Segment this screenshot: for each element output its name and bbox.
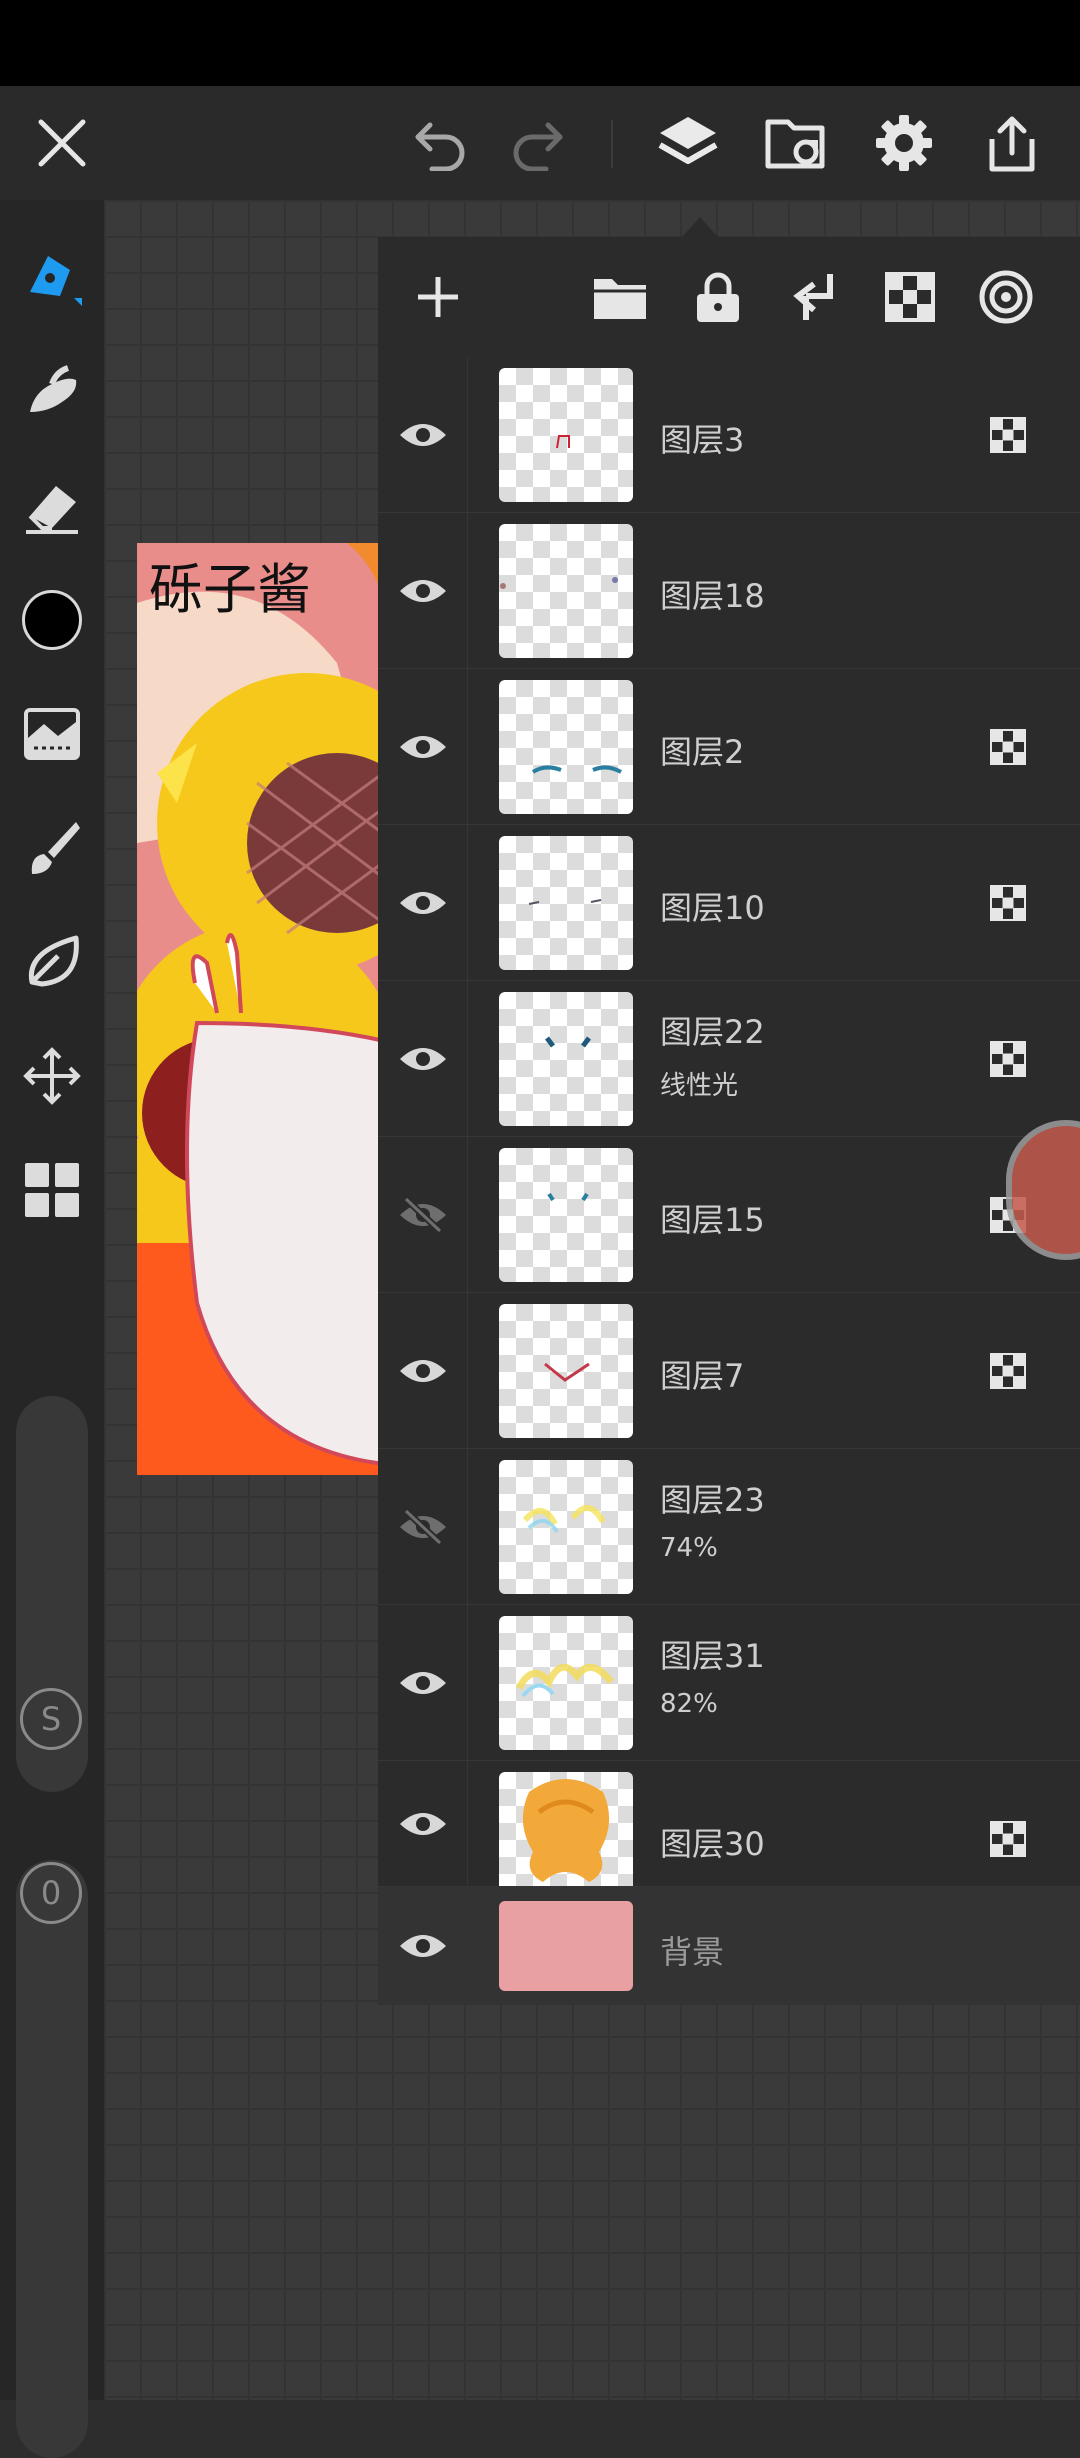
- eye-icon[interactable]: [378, 1293, 468, 1448]
- eye-icon[interactable]: [378, 357, 468, 512]
- layer-name: 图层18: [660, 577, 765, 615]
- layer-name: 图层15: [660, 1201, 765, 1239]
- size-badge: S: [20, 1688, 82, 1750]
- merge-down-icon[interactable]: [784, 237, 844, 357]
- blend-icon[interactable]: [976, 237, 1036, 357]
- eye-icon[interactable]: [378, 669, 468, 824]
- artwork-signature: 砾子酱: [149, 558, 311, 621]
- eye-icon[interactable]: [378, 981, 468, 1136]
- add-layer-icon[interactable]: [408, 237, 468, 357]
- layer-row[interactable]: 图层10: [378, 825, 1080, 981]
- move-icon[interactable]: [0, 1026, 104, 1126]
- eye-hidden-icon[interactable]: [378, 1449, 468, 1604]
- opacity-badge: 0: [20, 1862, 82, 1924]
- export-icon[interactable]: [974, 86, 1050, 200]
- layer-opacity: 74%: [660, 1533, 718, 1563]
- layer-opacity: 82%: [660, 1689, 718, 1719]
- image-adjust-icon[interactable]: [0, 684, 104, 784]
- top-toolbar: [0, 86, 1080, 200]
- layer-thumbnail: [499, 1772, 633, 1886]
- redo-icon[interactable]: [502, 86, 574, 200]
- leaf-icon[interactable]: [0, 912, 104, 1012]
- layer-thumbnail: [499, 368, 633, 502]
- brush-icon[interactable]: [0, 798, 104, 898]
- alpha-lock-icon[interactable]: [990, 1821, 1026, 1857]
- lock-icon[interactable]: [688, 237, 748, 357]
- layer-row[interactable]: 图层31 82%: [378, 1605, 1080, 1761]
- layer-thumbnail: [499, 1460, 633, 1594]
- layer-row[interactable]: 图层23 74%: [378, 1449, 1080, 1605]
- left-toolbar: S 0: [0, 200, 104, 2458]
- alpha-lock-icon[interactable]: [990, 729, 1026, 765]
- grid-icon[interactable]: [0, 1140, 104, 1240]
- layers-toolbar: [378, 237, 1080, 357]
- pen-icon[interactable]: [0, 228, 104, 328]
- undo-icon[interactable]: [404, 86, 476, 200]
- layer-row[interactable]: 图层15: [378, 1137, 1080, 1293]
- layer-name: 图层22: [660, 1013, 765, 1051]
- opacity-slider[interactable]: [16, 1860, 88, 2458]
- smudge-icon[interactable]: [0, 342, 104, 442]
- eraser-icon[interactable]: [0, 456, 104, 556]
- layers-icon[interactable]: [650, 86, 726, 200]
- layer-name: 图层2: [660, 733, 745, 771]
- layer-row[interactable]: 图层3: [378, 357, 1080, 513]
- layer-name: 图层3: [660, 421, 745, 459]
- panel-pointer: [680, 217, 720, 239]
- alpha-lock-icon[interactable]: [990, 417, 1026, 453]
- layer-thumbnail: [499, 1304, 633, 1438]
- background-color-thumbnail: [499, 1901, 633, 1991]
- layer-name: 图层7: [660, 1357, 745, 1395]
- close-icon[interactable]: [26, 86, 98, 200]
- layer-thumbnail: [499, 1616, 633, 1750]
- layer-thumbnail: [499, 992, 633, 1126]
- eye-icon[interactable]: [378, 1605, 468, 1760]
- status-bar: [0, 0, 1080, 86]
- layers-panel: 图层3 图层18 图层2 图层10 图层22 线性光 图层15 图层7 图层23…: [378, 217, 1080, 2005]
- layer-name: 图层10: [660, 889, 765, 927]
- layer-blend-mode: 线性光: [660, 1071, 739, 1101]
- layer-row[interactable]: 图层2: [378, 669, 1080, 825]
- layer-row[interactable]: 图层30: [378, 1761, 1080, 1887]
- layer-name: 图层31: [660, 1637, 765, 1675]
- layer-thumbnail: [499, 524, 633, 658]
- eye-icon[interactable]: [378, 1761, 468, 1886]
- color-swatch[interactable]: [0, 570, 104, 670]
- background-layer-row[interactable]: 背景: [378, 1887, 1080, 2005]
- alpha-lock-icon[interactable]: [880, 237, 940, 357]
- layer-thumbnail: [499, 680, 633, 814]
- layer-row[interactable]: 图层7: [378, 1293, 1080, 1449]
- folder-icon[interactable]: [590, 237, 650, 357]
- alpha-lock-icon[interactable]: [990, 885, 1026, 921]
- layer-row[interactable]: 图层22 线性光: [378, 981, 1080, 1137]
- layer-thumbnail: [499, 1148, 633, 1282]
- alpha-lock-icon[interactable]: [990, 1353, 1026, 1389]
- layer-thumbnail: [499, 836, 633, 970]
- toolbar-divider: [611, 120, 613, 168]
- eye-hidden-icon[interactable]: [378, 1137, 468, 1292]
- layer-row[interactable]: 图层18: [378, 513, 1080, 669]
- eye-icon[interactable]: [378, 513, 468, 668]
- layer-name: 背景: [660, 1933, 725, 1971]
- eye-icon[interactable]: [378, 1887, 467, 2005]
- settings-icon[interactable]: [866, 86, 942, 200]
- alpha-lock-icon[interactable]: [990, 1041, 1026, 1077]
- layer-name: 图层23: [660, 1481, 765, 1519]
- layer-name: 图层30: [660, 1825, 765, 1863]
- import-icon[interactable]: [758, 86, 834, 200]
- eye-icon[interactable]: [378, 825, 468, 980]
